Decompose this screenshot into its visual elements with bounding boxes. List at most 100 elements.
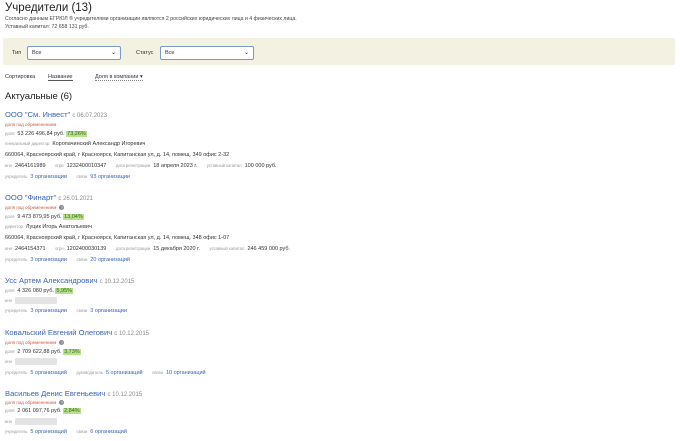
links-link[interactable]: 93 организации (90, 174, 130, 180)
status-filter-value: Все (165, 50, 175, 56)
founder-name-text[interactable]: ООО "См. Инвест" (5, 110, 70, 119)
founder-name[interactable]: Ковальский Евгений Олегович с 10.12.2015 (5, 328, 149, 337)
share-amount: 4 326 080 руб. (17, 288, 54, 294)
links-link[interactable]: 20 организаций (90, 257, 130, 263)
ogrn-value: 1232400010347 (66, 163, 107, 169)
share-percent-badge: 5,95% (55, 288, 74, 294)
founder-of-link[interactable]: 3 организации (30, 308, 67, 314)
hidden-inn (14, 358, 57, 365)
hidden-inn (14, 418, 57, 425)
info-icon[interactable]: ? (59, 205, 65, 211)
inn-label: инн (5, 297, 12, 303)
inn-value: 2464154371 (14, 246, 46, 252)
encumbrance-label: доля под обременением (5, 205, 57, 210)
inn-label: инн (5, 358, 12, 364)
links-link[interactable]: 10 организаций (166, 370, 206, 376)
share-percent-badge: 13,04% (63, 214, 84, 220)
filter-panel: Тип Все ⌄ Статус Все ⌄ (3, 38, 675, 65)
encumbrance-label: доля под обременением (5, 340, 57, 345)
company-address: 660064, Красноярский край, г Красноярск,… (5, 152, 230, 158)
section-active-title: Актуальные (6) (5, 91, 73, 102)
ogrn-label: огрн (55, 163, 64, 168)
reg-date-label: дата регистрации (115, 163, 151, 168)
company-address: 660064, Красноярский край, г Красноярск,… (5, 235, 230, 241)
type-filter-select[interactable]: Все ⌄ (27, 46, 121, 60)
founder-name-text[interactable]: Усс Артем Александрович (5, 276, 98, 285)
founder-of-link[interactable]: 3 организации (30, 174, 67, 180)
links-label: связи (76, 174, 88, 179)
share-amount: 2 061 097,76 руб. (17, 408, 62, 414)
inn-label: инн (5, 163, 12, 168)
founder-name[interactable]: Усс Артем Александрович с 10.12.2015 (5, 276, 134, 285)
inn-label: инн (5, 246, 12, 251)
encumbrance-label: доля под обременением (5, 122, 57, 127)
inn-value: 2464161989 (14, 163, 46, 169)
share-amount: 9 473 879,95 руб. (17, 214, 62, 220)
sort-by-share[interactable]: Доля в компании ▾ (95, 74, 143, 81)
type-filter-value: Все (32, 50, 42, 56)
ogrn-value: 1202400030139 (66, 246, 107, 252)
founder-since: с 10.12.2015 (99, 279, 135, 285)
inn-label: инн (5, 418, 12, 424)
status-filter-select[interactable]: Все ⌄ (160, 46, 254, 60)
share-label: доля (5, 214, 15, 219)
founder-of-label: учредитель (5, 370, 28, 375)
capital-label: уставный капитал (209, 246, 245, 251)
founder-since: с 10.12.2015 (107, 392, 143, 398)
reg-date-label: дата регистрации (115, 246, 151, 251)
reg-date-value: 18 апреля 2023 г. (153, 163, 198, 169)
sort-by-name[interactable]: Название (48, 74, 73, 81)
founder-name-text[interactable]: Ковальский Евгений Олегович (5, 328, 112, 337)
share-percent-badge: 2,84% (63, 408, 81, 414)
info-icon[interactable]: ? (59, 400, 65, 406)
encumbrance-label: доля под обременением (5, 400, 57, 405)
type-filter-label: Тип (12, 50, 22, 56)
founder-of-label: учредитель (5, 174, 28, 179)
share-label: доля (5, 349, 15, 354)
founder-name-text[interactable]: Васильев Денис Евгеньевич (5, 389, 105, 398)
founder-name[interactable]: Васильев Денис Евгеньевич с 10.12.2015 (5, 389, 142, 398)
info-icon[interactable]: ? (59, 340, 65, 346)
founder-since: с 10.12.2015 (114, 331, 149, 337)
founder-of-label: учредитель (5, 429, 28, 434)
capital-value: 100 000 руб. (244, 163, 277, 169)
sort-label: Сортировка (5, 74, 36, 80)
founder-of-link[interactable]: 5 организаций (30, 370, 67, 376)
capital-value: 246 459 000 руб. (247, 246, 291, 252)
founder-name-text[interactable]: ООО "Финарт" (5, 193, 56, 202)
founder-card: Васильев Денис Евгеньевич с 10.12.2015 д… (5, 389, 665, 441)
share-label: доля (5, 408, 15, 413)
founder-of-link[interactable]: 5 организаций (30, 429, 67, 435)
director-name: Коропачинский Александр Игоревич (52, 141, 146, 147)
founder-card: ООО "Финарт" с 26.01.2021 доля под обрем… (5, 193, 665, 269)
chevron-down-icon: ⌄ (110, 50, 116, 56)
founders-page: Учредители (13) Согласно данным ЕГРЮЛ ® … (0, 0, 680, 441)
head-of-link[interactable]: 5 организаций (106, 370, 143, 376)
founder-name[interactable]: ООО "Финарт" с 26.01.2021 (5, 193, 93, 202)
founder-since: с 06.07.2023 (72, 113, 108, 119)
links-link[interactable]: 6 организаций (90, 429, 127, 435)
founder-name[interactable]: ООО "См. Инвест" с 06.07.2023 (5, 110, 107, 119)
page-title: Учредители (13) (5, 2, 92, 14)
share-amount: 53 226 496,84 руб. (17, 131, 65, 137)
founder-of-link[interactable]: 3 организации (30, 257, 67, 263)
egrul-note: Согласно данным ЕГРЮЛ ® учредителями орг… (5, 16, 297, 22)
director-role: директор (5, 224, 23, 229)
ogrn-label: огрн (55, 246, 64, 251)
director-name: Луцик Игорь Анатольевич (25, 224, 92, 230)
founder-card: Ковальский Евгений Олегович с 10.12.2015… (5, 328, 665, 382)
founder-since: с 26.01.2021 (58, 196, 94, 202)
founder-of-label: учредитель (5, 257, 28, 262)
links-label: связи (76, 429, 88, 434)
chevron-down-icon: ⌄ (243, 50, 249, 56)
share-percent-badge: 3,73% (63, 349, 81, 355)
status-filter-label: Статус (136, 50, 154, 56)
share-label: доля (5, 131, 15, 136)
director-role: генеральный директор (5, 141, 50, 146)
links-label: связи (76, 257, 88, 262)
share-amount: 2 709 622,88 руб. (17, 349, 62, 355)
capital-label: уставный капитал (206, 163, 242, 168)
links-link[interactable]: 3 организации (90, 308, 127, 314)
founder-card: ООО "См. Инвест" с 06.07.2023 доля под о… (5, 110, 665, 186)
reg-date-value: 15 декабря 2020 г. (153, 246, 200, 252)
